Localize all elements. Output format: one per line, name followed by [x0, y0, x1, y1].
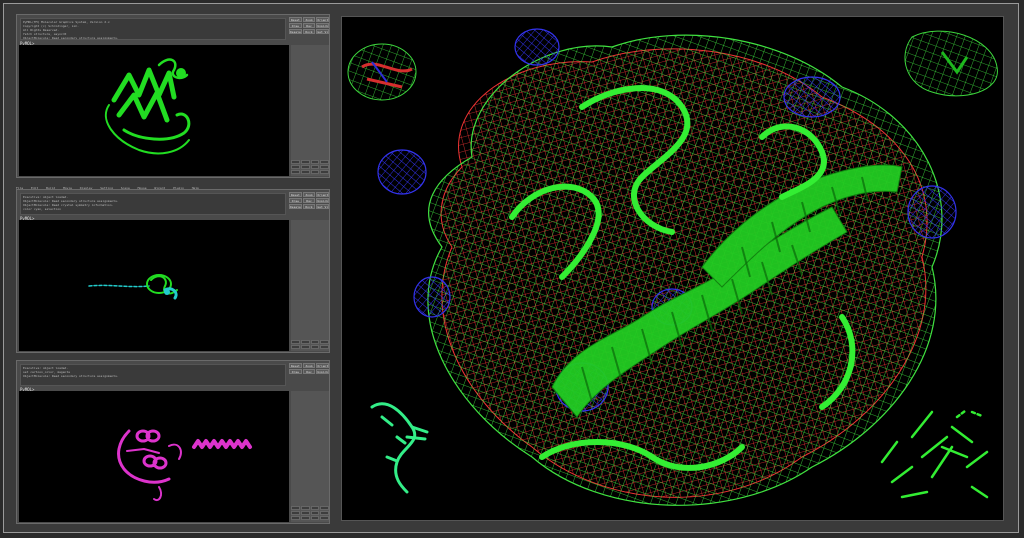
main-render-viewport[interactable] [341, 16, 1004, 521]
obj-action[interactable] [300, 506, 310, 510]
thumbnail-top-right [904, 30, 998, 97]
draw-button[interactable]: Draw [289, 23, 302, 28]
orient-button[interactable]: Orient [316, 17, 329, 22]
protein-cartoon-green [104, 58, 191, 155]
viewport-1[interactable] [19, 45, 289, 176]
obj-action[interactable] [310, 160, 320, 164]
obj-action[interactable] [320, 516, 329, 520]
control-buttons: Reset Zoom Orient Draw Ray Unpick [289, 363, 329, 374]
thumbnail-bottom-left [370, 402, 429, 494]
object-sidebar [291, 45, 329, 176]
obj-action[interactable] [310, 506, 320, 510]
zoom-button[interactable]: Zoom [302, 192, 316, 197]
obj-action[interactable] [291, 160, 300, 164]
get-view-button[interactable]: Get View [316, 29, 329, 34]
reset-button[interactable]: Reset [289, 17, 302, 22]
obj-action[interactable] [320, 345, 329, 349]
zoom-button[interactable]: Zoom [302, 17, 316, 22]
obj-action[interactable] [291, 345, 300, 349]
unpick-button[interactable]: Unpick [316, 23, 329, 28]
log-line: ObjectMolecule: Read secondary structure… [23, 374, 119, 378]
obj-action[interactable] [320, 506, 329, 510]
pymol-window-2: Executive: object loaded. ObjectMolecule… [16, 189, 330, 353]
obj-action[interactable] [310, 340, 320, 344]
obj-action[interactable] [291, 170, 300, 174]
obj-action[interactable] [320, 511, 329, 515]
rock-button[interactable]: Rock [302, 204, 316, 209]
object-control-grid [291, 506, 329, 520]
object-sidebar [291, 220, 329, 351]
pymol-window-1: PyMOL(TM) Molecular Graphics System, Ver… [16, 14, 330, 178]
deselect-button[interactable]: Deselect [289, 29, 302, 34]
object-control-grid [291, 160, 329, 174]
obj-action[interactable] [291, 340, 300, 344]
get-view-button[interactable]: Get View [316, 204, 329, 209]
control-buttons: Reset Zoom Orient Draw Ray Unpick Desele… [289, 192, 329, 209]
reset-button[interactable]: Reset [289, 363, 302, 368]
ray-button[interactable]: Ray [302, 198, 316, 203]
pymol-window-3: Executive: object loaded. set cartoon_co… [16, 360, 330, 524]
obj-action[interactable] [310, 345, 320, 349]
obj-action[interactable] [310, 170, 320, 174]
obj-action[interactable] [300, 516, 310, 520]
ray-button[interactable]: Ray [302, 369, 316, 374]
thumbnail-top-left [347, 43, 417, 101]
zoom-button[interactable]: Zoom [302, 363, 316, 368]
obj-action[interactable] [300, 345, 310, 349]
obj-action[interactable] [300, 511, 310, 515]
obj-action[interactable] [291, 506, 300, 510]
protein-cartoon-magenta [117, 429, 252, 501]
reset-button[interactable]: Reset [289, 192, 302, 197]
obj-action[interactable] [291, 511, 300, 515]
rock-button[interactable]: Rock [302, 29, 316, 34]
viewport-2[interactable] [19, 220, 289, 351]
protein-surface-mesh-render [347, 28, 998, 506]
obj-action[interactable] [291, 516, 300, 520]
control-buttons: Reset Zoom Orient Draw Ray Unpick Desele… [289, 17, 329, 34]
unpick-button[interactable]: Unpick [316, 369, 329, 374]
unpick-button[interactable]: Unpick [316, 198, 329, 203]
command-log: Executive: object loaded. set cartoon_co… [20, 364, 286, 386]
obj-action[interactable] [310, 165, 320, 169]
draw-button[interactable]: Draw [289, 369, 302, 374]
protein-cartoon-cyan [88, 274, 178, 300]
obj-action[interactable] [291, 165, 300, 169]
log-line: ObjectMolecule: Read secondary structure… [23, 36, 119, 40]
thumbnail-bottom-right [880, 409, 989, 499]
viewport-3[interactable] [19, 391, 289, 522]
ray-button[interactable]: Ray [302, 23, 316, 28]
object-sidebar [291, 391, 329, 522]
draw-button[interactable]: Draw [289, 198, 302, 203]
orient-button[interactable]: Orient [316, 192, 329, 197]
deselect-button[interactable]: Deselect [289, 204, 302, 209]
command-log: Executive: object loaded. ObjectMolecule… [20, 193, 286, 215]
orient-button[interactable]: Orient [316, 363, 329, 368]
obj-action[interactable] [320, 340, 329, 344]
obj-action[interactable] [300, 170, 310, 174]
obj-action[interactable] [300, 160, 310, 164]
object-control-grid [291, 340, 329, 349]
obj-action[interactable] [320, 170, 329, 174]
obj-action[interactable] [310, 511, 320, 515]
log-line: color cyan, selection [23, 207, 61, 211]
obj-action[interactable] [320, 165, 329, 169]
obj-action[interactable] [320, 160, 329, 164]
obj-action[interactable] [300, 340, 310, 344]
obj-action[interactable] [300, 165, 310, 169]
obj-action[interactable] [310, 516, 320, 520]
command-log: PyMOL(TM) Molecular Graphics System, Ver… [20, 18, 286, 40]
